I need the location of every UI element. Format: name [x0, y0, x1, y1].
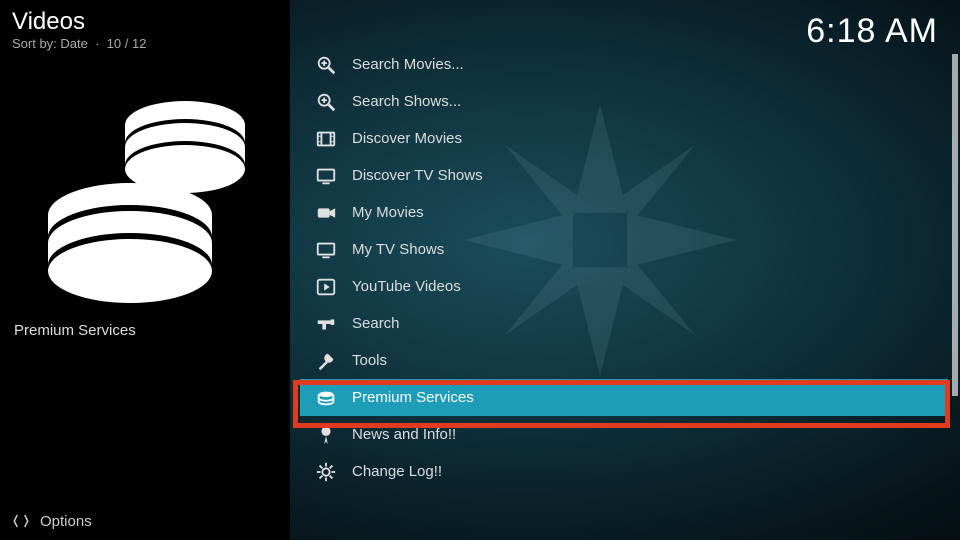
page-title: Videos	[12, 8, 278, 36]
menu-item[interactable]: Discover Movies	[300, 120, 948, 157]
menu-item-label: Search Shows...	[352, 93, 461, 110]
menu-item[interactable]: Search Movies...	[300, 46, 948, 83]
menu-item[interactable]: Discover TV Shows	[300, 157, 948, 194]
menu-item-label: Search	[352, 315, 400, 332]
search-zoom-icon	[314, 90, 338, 114]
menu-item-label: Premium Services	[352, 389, 474, 406]
menu-item[interactable]: YouTube Videos	[300, 268, 948, 305]
scrollbar-thumb[interactable]	[952, 54, 958, 396]
tv-icon	[314, 164, 338, 188]
addon-logo	[0, 65, 290, 310]
sort-value: Date	[60, 36, 87, 51]
camera-icon	[314, 201, 338, 225]
tools-icon	[314, 349, 338, 373]
menu-item-label: Discover Movies	[352, 130, 462, 147]
menu-item[interactable]: My Movies	[300, 194, 948, 231]
sidebar-header: Videos Sort by: Date · 10 / 12	[0, 0, 290, 55]
menu-item-label: Tools	[352, 352, 387, 369]
menu-item-label: YouTube Videos	[352, 278, 461, 295]
menu-item-label: Change Log!!	[352, 463, 442, 480]
menu-item-label: My Movies	[352, 204, 424, 221]
menu-item-label: My TV Shows	[352, 241, 444, 258]
menu-item[interactable]: Tools	[300, 342, 948, 379]
film-icon	[314, 127, 338, 151]
menu-item[interactable]: Search	[300, 305, 948, 342]
sort-info: Sort by: Date · 10 / 12	[12, 36, 278, 51]
scrollbar-track[interactable]	[952, 54, 958, 396]
item-counter: 10 / 12	[107, 36, 147, 51]
sidebar: Videos Sort by: Date · 10 / 12	[0, 0, 290, 540]
menu-item-label: Search Movies...	[352, 56, 464, 73]
search-zoom-icon	[314, 53, 338, 77]
menu-item[interactable]: News and Info!!	[300, 416, 948, 453]
coins-icon	[314, 386, 338, 410]
current-item-label: Premium Services	[0, 310, 290, 339]
options-label: Options	[40, 513, 92, 530]
menu-list: Search Movies... Search Shows... Discover …	[300, 46, 948, 490]
blaster-icon	[314, 312, 338, 336]
pin-icon	[314, 423, 338, 447]
tv-icon	[314, 238, 338, 262]
sort-prefix: Sort by:	[12, 36, 60, 51]
menu-item[interactable]: Search Shows...	[300, 83, 948, 120]
options-icon	[12, 512, 30, 530]
play-box-icon	[314, 275, 338, 299]
options-button[interactable]: Options	[0, 502, 290, 540]
menu-item-label: Discover TV Shows	[352, 167, 483, 184]
menu-item[interactable]: My TV Shows	[300, 231, 948, 268]
menu-item-label: News and Info!!	[352, 426, 456, 443]
menu-item[interactable]: Change Log!!	[300, 453, 948, 490]
menu-item[interactable]: Premium Services	[300, 379, 948, 416]
gear-icon	[314, 460, 338, 484]
